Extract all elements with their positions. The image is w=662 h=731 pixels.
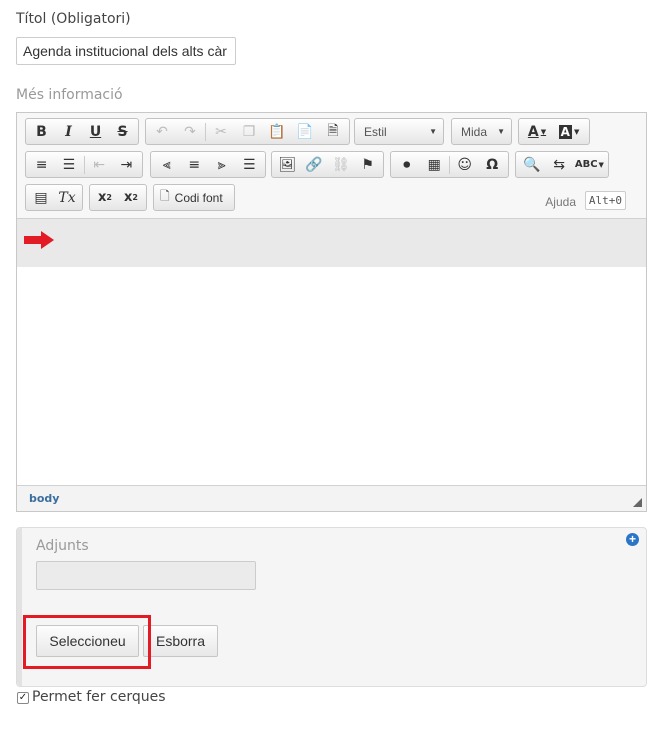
searchable-label: Permet fer cerques: [32, 689, 166, 705]
list-group: ≡ ☰ ⇤ ⇥: [25, 151, 143, 178]
bold-icon[interactable]: B: [28, 120, 55, 143]
align-justify-icon[interactable]: ☰: [236, 153, 264, 176]
attachments-field[interactable]: [36, 561, 256, 590]
remove-format-icon[interactable]: Tx: [54, 186, 80, 209]
copy-icon[interactable]: ❐: [235, 120, 263, 143]
flash-icon[interactable]: ⏺: [393, 153, 421, 176]
delete-button[interactable]: Esborra: [143, 625, 218, 657]
link-icon[interactable]: 🔗: [301, 153, 328, 176]
style-combo-label: Estil: [364, 124, 387, 139]
subscript-icon[interactable]: x2: [92, 186, 118, 209]
more-info-label: Més informació: [16, 87, 123, 103]
unlink-icon[interactable]: ⛓: [328, 153, 355, 176]
editor-content-area[interactable]: [17, 219, 646, 485]
table-icon[interactable]: ▦: [421, 153, 449, 176]
strikethrough-icon[interactable]: S: [109, 120, 136, 143]
background-color-icon[interactable]: A ▼: [553, 120, 585, 143]
align-right-icon[interactable]: ⫸: [208, 153, 236, 176]
help-label: Ajuda: [545, 195, 576, 209]
editor-toolbar: B I U S ↶ ↷ ✂ ❐ 📋 📄 🗎 Estil ▼ Mida ▼ A ▼ …: [17, 113, 646, 219]
rich-text-editor: B I U S ↶ ↷ ✂ ❐ 📋 📄 🗎 Estil ▼ Mida ▼ A ▼ …: [16, 112, 647, 512]
arrow-right-icon: [24, 231, 54, 249]
redo-icon[interactable]: ↷: [176, 120, 204, 143]
indent-icon[interactable]: ⇥: [113, 153, 140, 176]
add-icon[interactable]: +: [626, 533, 639, 546]
style-combo[interactable]: Estil ▼: [354, 118, 444, 145]
highlighted-line: [17, 219, 646, 267]
separator: [449, 155, 450, 174]
help-shortcut: Alt+0: [584, 191, 626, 210]
cut-icon[interactable]: ✂: [207, 120, 235, 143]
spellcheck-icon[interactable]: ABC ▼: [573, 153, 606, 176]
clipboard-group: ↶ ↷ ✂ ❐ 📋 📄 🗎: [145, 118, 350, 145]
element-path[interactable]: body: [29, 492, 59, 505]
basic-styles-group: B I U S: [25, 118, 139, 145]
smiley-icon[interactable]: ☺: [451, 153, 479, 176]
editor-statusbar: body: [17, 485, 646, 511]
title-label: Títol (Obligatori): [16, 11, 131, 27]
searchable-checkbox[interactable]: ✓: [17, 692, 29, 704]
paste-word-icon[interactable]: 🗎: [319, 120, 347, 143]
outdent-icon[interactable]: ⇤: [85, 153, 112, 176]
panel-side-bar: [17, 528, 22, 686]
highlight-box: [23, 615, 151, 669]
chevron-down-icon: ▼: [497, 127, 505, 136]
image-icon[interactable]: 🖼: [274, 153, 301, 176]
paste-icon[interactable]: 📋: [263, 120, 291, 143]
paste-text-icon[interactable]: 📄: [291, 120, 319, 143]
chevron-down-icon: ▼: [429, 127, 437, 136]
title-input[interactable]: Agenda institucional dels alts càr: [16, 37, 236, 65]
script-group: x2 x2: [89, 184, 147, 211]
source-icon: 🗋: [160, 189, 170, 203]
align-group: ⫷ ≡ ⫸ ☰: [150, 151, 266, 178]
format-group: ▤ Tx: [25, 184, 83, 211]
special-char-icon[interactable]: Ω: [478, 153, 506, 176]
bulleted-list-icon[interactable]: ☰: [55, 153, 82, 176]
find-spell-group: 🔍 ⇆ ABC ▼: [515, 151, 609, 178]
attachments-label: Adjunts: [36, 538, 89, 554]
insert-objects-group: ⏺ ▦ ☺ Ω: [390, 151, 509, 178]
undo-icon[interactable]: ↶: [148, 120, 176, 143]
replace-icon[interactable]: ⇆: [545, 153, 572, 176]
italic-icon[interactable]: I: [55, 120, 82, 143]
superscript-icon[interactable]: x2: [118, 186, 144, 209]
format-block-icon[interactable]: ▤: [28, 186, 54, 209]
align-center-icon[interactable]: ≡: [181, 153, 209, 176]
resize-handle-icon[interactable]: [633, 498, 642, 507]
anchor-flag-icon[interactable]: ⚑: [354, 153, 381, 176]
size-combo[interactable]: Mida ▼: [451, 118, 512, 145]
search-icon[interactable]: 🔍: [518, 153, 545, 176]
separator: [83, 155, 85, 174]
separator: [205, 122, 206, 141]
colors-group: A ▼ A ▼: [518, 118, 590, 145]
insert-link-group: 🖼 🔗 ⛓ ⚑: [271, 151, 384, 178]
numbered-list-icon[interactable]: ≡: [28, 153, 55, 176]
align-left-icon[interactable]: ⫷: [153, 153, 181, 176]
underline-icon[interactable]: U: [82, 120, 109, 143]
size-combo-label: Mida: [461, 124, 488, 139]
source-button-label: Codi font: [174, 190, 223, 205]
text-color-icon[interactable]: A ▼: [521, 120, 553, 143]
source-button[interactable]: 🗋 Codi font: [153, 184, 235, 211]
